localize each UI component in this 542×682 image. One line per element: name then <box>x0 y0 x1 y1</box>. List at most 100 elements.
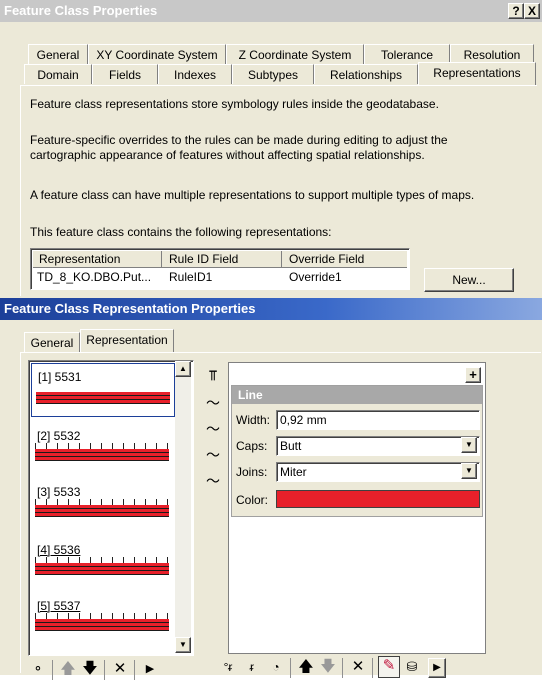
layer-toolbar-bottom: °ᵲ ᵲ ◔ 🡅 🡇 ✕ ✎ ⛁ ▶ <box>218 656 498 680</box>
rule-label: [2] 5532 <box>37 429 81 443</box>
database-icon[interactable]: ⛁ <box>402 658 422 678</box>
width-input[interactable]: 0,92 mm <box>276 410 480 430</box>
list-item-rule-4[interactable]: [4] 5536 <box>31 537 173 589</box>
width-label: Width: <box>236 413 271 427</box>
toolbar-separator <box>134 660 135 680</box>
toolbar-separator <box>290 658 291 678</box>
caps-label: Caps: <box>236 439 268 453</box>
rule-list-scrollbar[interactable]: ▲ ▼ <box>175 361 191 653</box>
toolbar-separator <box>52 660 53 680</box>
title-bar: Feature Class Representation Properties <box>0 298 542 320</box>
scroll-up-arrow-icon[interactable]: ▲ <box>175 361 191 377</box>
stroke-layer-icon[interactable]: 〜 <box>202 418 224 440</box>
add-effect-icon[interactable]: °ᵲ <box>218 658 238 678</box>
properties-panel: + Line Width: 0,92 mm Caps: Butt ▼ Joins… <box>228 362 486 654</box>
tab-resolution[interactable]: Resolution <box>450 44 534 64</box>
tab-representation[interactable]: Representation <box>80 329 174 353</box>
geometric-effect-icon[interactable]: ⫪ <box>202 364 224 386</box>
rule-symbol-fill <box>35 449 169 461</box>
add-rule-icon[interactable]: ⚬ <box>28 660 48 680</box>
representations-table[interactable]: Representation Rule ID Field Override Fi… <box>30 248 410 290</box>
description-text-2a: Feature-specific overrides to the rules … <box>30 133 448 147</box>
representation-properties-dialog: Feature Class Representation Properties … <box>0 298 542 680</box>
column-divider <box>281 251 282 267</box>
tab-fields[interactable]: Fields <box>92 64 158 84</box>
tab-representations[interactable]: Representations <box>418 62 536 86</box>
color-label: Color: <box>236 493 269 507</box>
line-section-header: Line <box>232 386 482 404</box>
toolbar-separator <box>104 660 105 680</box>
chevron-down-icon[interactable]: ▼ <box>461 437 477 453</box>
list-item-rule-5[interactable]: [5] 5537 <box>31 593 173 645</box>
stroke-layer-icon[interactable]: 〜 <box>202 470 224 492</box>
move-down-arrow-icon[interactable]: 🡇 <box>318 658 338 678</box>
rule-label: [1] 5531 <box>38 370 82 384</box>
list-item-rule-1[interactable]: [1] 5531 <box>31 363 175 417</box>
list-item-rule-2[interactable]: [2] 5532 <box>31 423 173 475</box>
scroll-down-arrow-icon[interactable]: ▼ <box>175 637 191 653</box>
column-header-representation[interactable]: Representation <box>39 252 120 266</box>
new-representation-button[interactable]: New... <box>424 268 514 292</box>
tab-subtypes[interactable]: Subtypes <box>232 64 314 84</box>
delete-icon[interactable]: ✕ <box>110 660 130 680</box>
color-swatch[interactable] <box>276 490 480 508</box>
caps-select[interactable]: Butt ▼ <box>276 436 480 456</box>
rule-symbol-fill <box>35 505 169 517</box>
cell-rule-id-field: RuleID1 <box>169 270 213 284</box>
table-header-row: Representation Rule ID Field Override Fi… <box>33 251 407 268</box>
add-stroke-icon[interactable]: ᵲ <box>242 658 262 678</box>
delete-icon[interactable]: ✕ <box>348 658 368 678</box>
toolbar-separator <box>372 658 373 678</box>
rule-label: [5] 5537 <box>37 599 81 613</box>
stroke-layer-icon[interactable]: 〜 <box>202 392 224 414</box>
title-bar: Feature Class Properties <box>0 0 542 22</box>
description-text-4: This feature class contains the followin… <box>30 225 332 239</box>
move-down-arrow-icon[interactable]: 🡇 <box>80 660 100 680</box>
list-item-rule-3[interactable]: [3] 5533 <box>31 479 173 531</box>
rule-symbol-fill <box>35 563 169 575</box>
caps-value: Butt <box>280 439 302 453</box>
rule-list[interactable]: [1] 5531 [2] 5532 [3] 5533 [4] 5536 [5] … <box>28 360 194 656</box>
help-button[interactable]: ? <box>508 3 524 19</box>
play-arrow-icon[interactable]: ▶ <box>140 660 160 680</box>
rule-symbol-fill <box>35 619 169 631</box>
tab-z-coordinate-system[interactable]: Z Coordinate System <box>226 44 364 64</box>
dialog-title: Feature Class Representation Properties <box>4 301 256 316</box>
move-up-arrow-icon[interactable]: 🡅 <box>296 658 316 678</box>
stroke-layer-icon[interactable]: 〜 <box>202 444 224 466</box>
column-header-override-field[interactable]: Override Field <box>289 252 364 266</box>
feature-class-properties-dialog: Feature Class Properties ? X General XY … <box>0 0 542 300</box>
tab-relationships[interactable]: Relationships <box>314 64 418 84</box>
joins-value: Miter <box>280 465 307 479</box>
rule-symbol <box>36 392 170 404</box>
add-layer-button[interactable]: + <box>465 367 481 383</box>
tab-xy-coordinate-system[interactable]: XY Coordinate System <box>88 44 226 64</box>
rule-label: [3] 5533 <box>37 485 81 499</box>
rule-label: [4] 5536 <box>37 543 81 557</box>
tab-tolerance[interactable]: Tolerance <box>364 44 450 64</box>
toolbar-separator <box>342 658 343 678</box>
add-marker-icon[interactable]: ◔ <box>266 658 286 678</box>
tab-indexes[interactable]: Indexes <box>158 64 232 84</box>
description-text-3: A feature class can have multiple repres… <box>30 188 475 202</box>
joins-select[interactable]: Miter ▼ <box>276 462 480 482</box>
width-value: 0,92 mm <box>280 413 327 427</box>
description-text-1: Feature class representations store symb… <box>30 97 439 111</box>
cell-representation: TD_8_KO.DBO.Put... <box>37 270 152 284</box>
move-up-arrow-icon[interactable]: 🡅 <box>58 660 78 680</box>
chevron-down-icon[interactable]: ▼ <box>461 463 477 479</box>
line-section-title: Line <box>238 388 263 402</box>
column-divider <box>161 251 162 267</box>
column-header-rule-id-field[interactable]: Rule ID Field <box>169 252 238 266</box>
rule-toolbar: ⚬ 🡅 🡇 ✕ ▶ <box>28 658 198 682</box>
play-arrow-icon[interactable]: ▶ <box>428 658 446 678</box>
dialog-title: Feature Class Properties <box>4 3 158 18</box>
joins-label: Joins: <box>236 465 268 479</box>
tab-general[interactable]: General <box>28 44 88 64</box>
tab-domain[interactable]: Domain <box>24 64 92 84</box>
tab-general[interactable]: General <box>24 332 80 352</box>
layer-toolbar: ⫪ 〜 〜 〜 〜 <box>200 362 226 512</box>
cell-override-field: Override1 <box>289 270 342 284</box>
close-button[interactable]: X <box>524 3 540 19</box>
table-row[interactable]: TD_8_KO.DBO.Put... RuleID1 Override1 <box>33 269 407 285</box>
